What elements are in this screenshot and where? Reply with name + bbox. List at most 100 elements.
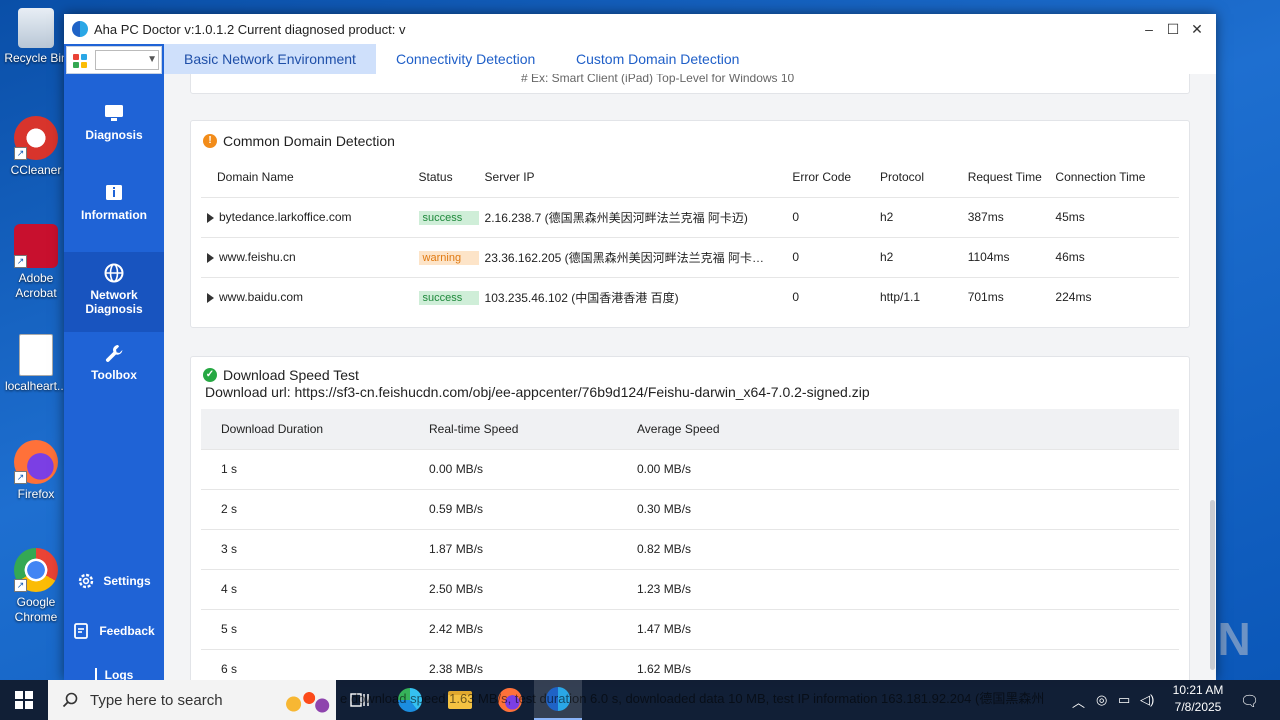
column-header: Average Speed (617, 409, 1179, 450)
expand-arrow-icon[interactable] (207, 293, 214, 304)
tab-custom-domain-detection[interactable]: Custom Domain Detection (556, 44, 759, 74)
average-speed: 1.23 MB/s (617, 569, 1179, 610)
table-row: 6 s 2.38 MB/s 1.62 MB/s (201, 649, 1179, 680)
taskbar-clock[interactable]: 10:21 AM 7/8/2025 (1160, 682, 1236, 716)
globe-icon (104, 263, 124, 283)
server-ip: 103.235.46.102 (中国香港香港 百度) (484, 290, 679, 305)
windows-logo-icon (15, 691, 33, 709)
chevron-down-icon: ▼ (147, 54, 157, 65)
feedback-button[interactable]: Feedback (64, 616, 164, 646)
domain-table: Domain Name Status Server IP Error Code … (201, 157, 1179, 317)
maximize-button[interactable]: ☐ (1160, 14, 1186, 44)
desktop-icon-recycle-bin[interactable]: Recycle Bin (4, 8, 68, 66)
column-header: Real-time Speed (409, 409, 617, 450)
sidebar-item-diagnosis[interactable]: Diagnosis (64, 92, 164, 172)
desktop-icon-ccleaner[interactable]: ↗ CCleaner (4, 116, 68, 178)
volume-icon[interactable]: ◁) (1140, 692, 1154, 708)
column-header: Request Time (961, 157, 1050, 198)
desktop-icon-chrome[interactable]: ↗ Google Chrome (4, 548, 68, 625)
expand-arrow-icon[interactable] (207, 252, 214, 263)
minimize-button[interactable]: – (1136, 14, 1162, 44)
tab-bar: Basic Network Environment Connectivity D… (164, 44, 1216, 74)
table-row[interactable]: www.feishu.cn warning 23.36.162.205 (德国黑… (201, 237, 1179, 278)
server-ip: 2.16.238.7 (德国黑森州美因河畔法兰克福 阿卡迈) (478, 197, 787, 238)
content-scrollbar[interactable] (1210, 500, 1215, 670)
sidebar-item-toolbox[interactable]: Toolbox (64, 332, 164, 412)
speed-table-header: Download Duration Real-time Speed Averag… (201, 409, 1179, 450)
desktop-icon-label: Recycle Bin (4, 51, 68, 65)
request-time: 701ms (967, 290, 1004, 305)
image-file-icon (19, 334, 53, 376)
average-speed: 0.82 MB/s (617, 529, 1179, 570)
domain-name: www.baidu.com (219, 290, 304, 305)
logs-button[interactable]: Logs (64, 660, 164, 680)
previous-result-card: # Ex: Smart Client (iPad) Top-Level for … (190, 74, 1190, 94)
clock-date: 7/8/2025 (1174, 700, 1222, 714)
download-speed-card: ✓ Download Speed Test Download url: http… (190, 356, 1190, 680)
connection-time: 45ms (1049, 197, 1179, 238)
clock-time: 10:21 AM (1172, 683, 1224, 697)
sidebar-item-information[interactable]: Information (64, 172, 164, 252)
realtime-speed: 1.87 MB/s (409, 529, 617, 570)
protocol: http/1.1 (879, 290, 921, 305)
column-header: Download Duration (201, 409, 409, 450)
monitor-icon (105, 105, 123, 121)
desktop-icon-label: Google Chrome (14, 595, 58, 624)
duration: 6 s (201, 649, 409, 680)
duration: 4 s (201, 569, 409, 610)
average-speed: 1.62 MB/s (617, 649, 1179, 680)
desktop-icon-firefox[interactable]: ↗ Firefox (4, 440, 68, 502)
product-selector[interactable]: ▼ (66, 46, 162, 74)
network-icon[interactable]: ▭ (1118, 692, 1130, 708)
sidebar-item-label: Network Diagnosis (85, 288, 143, 316)
domain-detection-card: ! Common Domain Detection Domain Name St… (190, 120, 1190, 328)
domain-name: bytedance.larkoffice.com (219, 210, 352, 224)
table-row[interactable]: bytedance.larkoffice.com success 2.16.23… (201, 197, 1179, 238)
sidebar-item-network-diagnosis[interactable]: Network Diagnosis (64, 252, 164, 332)
table-row: 5 s 2.42 MB/s 1.47 MB/s (201, 609, 1179, 650)
desktop-icon-adobe-acrobat[interactable]: ↗ Adobe Acrobat (4, 224, 68, 301)
table-row[interactable]: www.baidu.com success 103.235.46.102 (中国… (201, 277, 1179, 317)
chrome-icon: ↗ (14, 548, 58, 592)
check-circle-icon: ✓ (203, 368, 217, 382)
sidebar-item-label: Diagnosis (85, 128, 143, 142)
apps-grid-icon (73, 54, 87, 68)
desktop-icon-label: Adobe Acrobat (15, 271, 57, 300)
error-code: 0 (792, 290, 800, 305)
duration: 2 s (201, 489, 409, 530)
error-code: 0 (786, 197, 874, 238)
tab-connectivity-detection[interactable]: Connectivity Detection (376, 44, 555, 74)
notification-icon[interactable]: 🗨 (1240, 692, 1259, 710)
close-button[interactable]: ✕ (1184, 14, 1210, 44)
column-header: Protocol (873, 157, 962, 198)
request-time: 387ms (961, 197, 1050, 238)
content-area: # Ex: Smart Client (iPad) Top-Level for … (164, 74, 1216, 680)
tulip-decoration-icon (278, 686, 330, 716)
start-button[interactable] (0, 680, 48, 720)
taskbar-search-box[interactable]: Type here to search (48, 680, 336, 720)
ccleaner-icon: ↗ (14, 116, 58, 160)
expand-arrow-icon[interactable] (207, 212, 214, 223)
domain-name: www.feishu.cn (219, 250, 296, 264)
tab-basic-network-environment[interactable]: Basic Network Environment (164, 44, 376, 74)
settings-button[interactable]: Settings (64, 566, 164, 596)
download-speed-title: ✓ Download Speed Test (203, 367, 359, 383)
info-icon (106, 185, 122, 200)
app-logo-icon (72, 21, 88, 37)
desktop-icon-localheart[interactable]: localheart... (4, 334, 68, 394)
card-title-text: Common Domain Detection (223, 133, 395, 149)
security-icon[interactable]: ◎ (1096, 692, 1107, 708)
download-summary-text: e download speed 1.63 MB/s, test duratio… (340, 691, 1045, 706)
show-hidden-icons-button[interactable]: ︿ (1072, 692, 1085, 711)
logs-label: Logs (104, 668, 134, 680)
server-ip: 23.36.162.205 (德国黑森州美因河畔法兰克福 阿卡… (478, 237, 787, 278)
error-code: 0 (786, 237, 874, 278)
table-row: 2 s 0.59 MB/s 0.30 MB/s (201, 489, 1179, 530)
request-time: 1104ms (961, 237, 1050, 278)
download-url: Download url: https://sf3-cn.feishucdn.c… (205, 384, 870, 400)
desktop-icon-label: localheart... (4, 379, 68, 393)
app-window: Aha PC Doctor v:1.0.1.2 Current diagnose… (64, 14, 1216, 680)
status-badge: warning (418, 250, 479, 265)
table-row: 1 s 0.00 MB/s 0.00 MB/s (201, 449, 1179, 490)
realtime-speed: 0.00 MB/s (409, 449, 617, 490)
